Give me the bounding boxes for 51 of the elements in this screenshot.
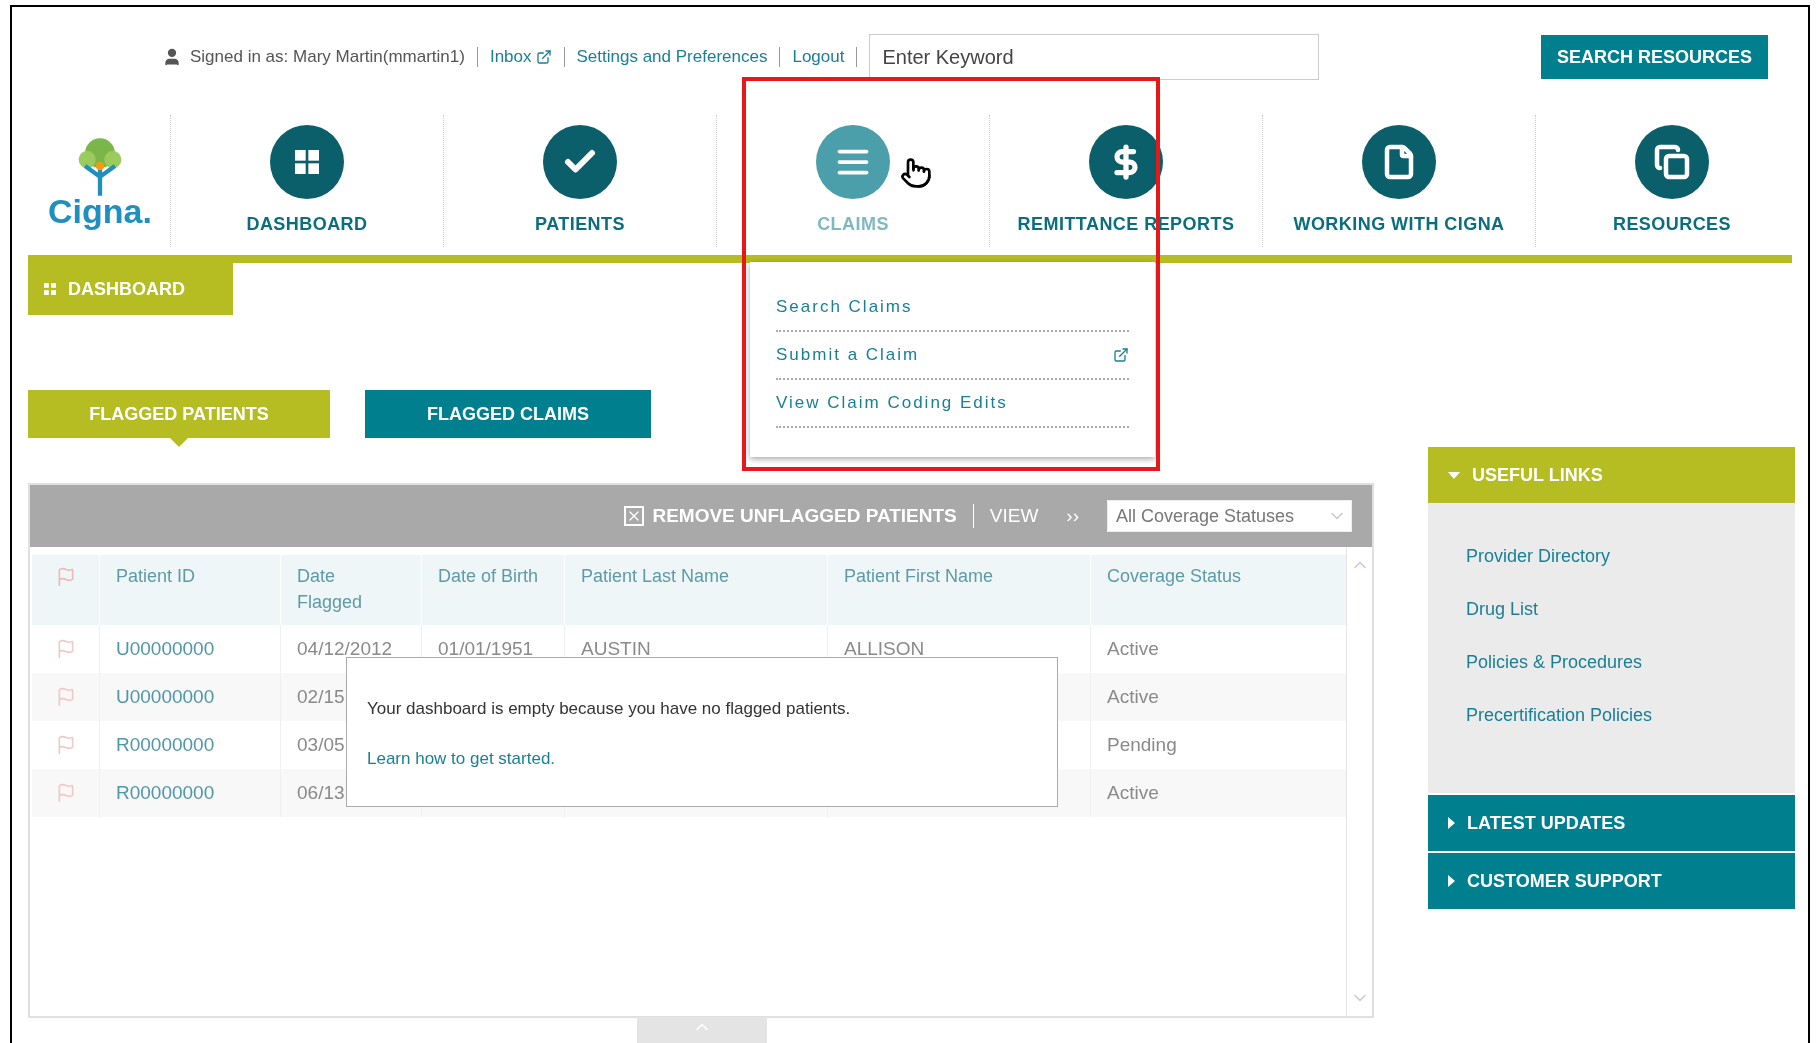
coverage-status-select[interactable]: All Coverage Statuses: [1107, 500, 1352, 532]
cigna-logo[interactable]: Cigna.: [30, 107, 170, 255]
menu-item[interactable]: Submit a Claim: [776, 332, 1129, 380]
table-cell-text: Pending: [1107, 732, 1177, 757]
nav-item[interactable]: DASHBOARD: [171, 115, 443, 247]
user-icon: [162, 47, 182, 67]
sidebar-link[interactable]: Drug List: [1466, 598, 1795, 620]
get-started-link[interactable]: Learn how to get started.: [367, 745, 556, 771]
search-field[interactable]: Enter Keyword: [869, 34, 1320, 80]
windows-icon: [1654, 143, 1690, 180]
table-cell-text: 02/15: [297, 684, 345, 709]
grid-icon: [44, 283, 56, 295]
empty-message-text: Your dashboard is empty because you have no flagged patients.: [367, 698, 852, 720]
nav-item[interactable]: WORKING WITH CIGNA: [1263, 115, 1535, 247]
external-link-icon: [535, 49, 552, 65]
top-link[interactable]: Settings and Preferences: [576, 44, 768, 70]
table-cell-text: 01/01/1951: [438, 636, 534, 661]
view-arrows: ››: [1066, 503, 1079, 528]
tab-pointer: [169, 437, 189, 447]
remove-unflagged-button[interactable]: REMOVE UNFLAGGED PATIENTS: [624, 501, 957, 531]
nav-item[interactable]: PATIENTS: [444, 115, 716, 247]
table-cell-text: Active: [1107, 636, 1159, 661]
close-icon: [624, 506, 645, 526]
sidebar-link[interactable]: Policies & Procedures: [1466, 651, 1795, 673]
table-cell-text: U00000000: [116, 636, 215, 661]
signed-in-text: Signed in as: Mary Martin(mmartin1): [190, 46, 465, 69]
table-cell-text: R00000000: [116, 732, 215, 757]
view-label: VIEW: [989, 503, 1039, 528]
sidebar-link[interactable]: Precertification Policies: [1466, 704, 1795, 726]
sidebar-link[interactable]: Provider Directory: [1466, 545, 1795, 567]
table-cell-text: AUSTIN: [581, 636, 651, 661]
table-cell-text: 03/05: [297, 732, 345, 757]
table-cell-text: ALLISON: [844, 636, 925, 661]
page-tab-label: DASHBOARD: [68, 277, 185, 301]
table-cell-text: 06/13: [297, 780, 345, 805]
search-resources-button[interactable]: SEARCH RESOURCES: [1540, 35, 1768, 79]
top-link[interactable]: Inbox: [489, 44, 552, 70]
menu-item[interactable]: View Claim Coding Edits: [776, 380, 1129, 428]
tab[interactable]: FLAGGED CLAIMS: [365, 390, 651, 438]
table-cell-text: 04/12/2012: [297, 636, 393, 661]
menu-item[interactable]: Search Claims: [776, 284, 1129, 332]
sidebar-section-header[interactable]: LATEST UPDATES: [1428, 795, 1795, 851]
top-link[interactable]: Logout: [792, 44, 845, 70]
sidebar-section-header[interactable]: CUSTOMER SUPPORT: [1428, 853, 1795, 909]
hand-cursor-icon: [900, 157, 932, 189]
table-cell-text: U00000000: [116, 684, 215, 709]
table-cell-text: Active: [1107, 780, 1159, 805]
external-link-icon: [1113, 347, 1129, 363]
nav-item[interactable]: RESOURCES: [1536, 115, 1808, 247]
table-cell-text: Active: [1107, 684, 1159, 709]
table-cell-text: R00000000: [116, 780, 215, 805]
